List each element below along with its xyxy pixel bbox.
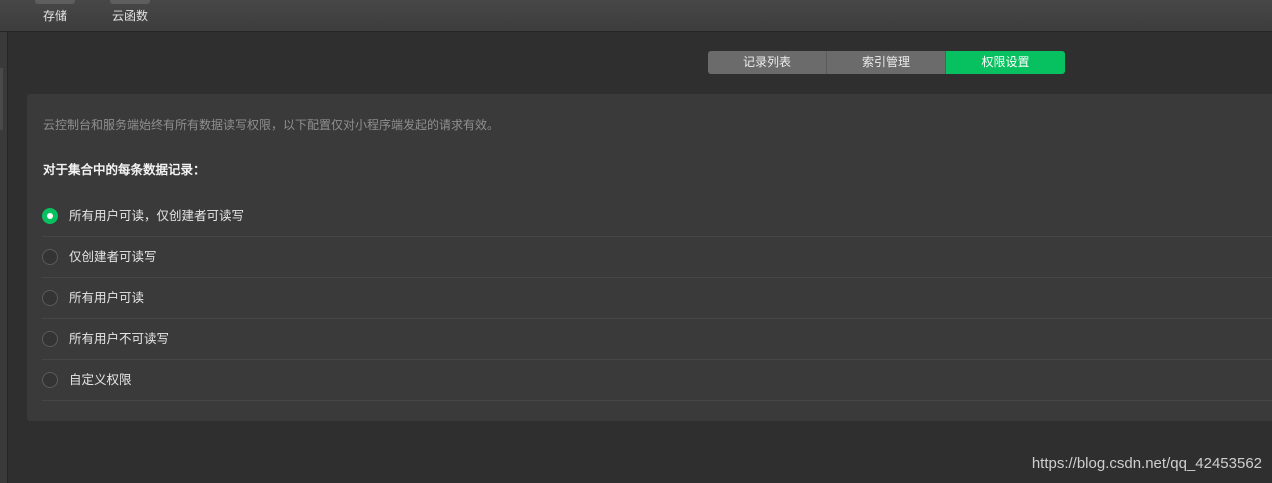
watermark: https://blog.csdn.net/qq_42453562 xyxy=(1031,455,1262,472)
radio-button[interactable] xyxy=(42,290,58,306)
tab-index-management[interactable]: 索引管理 xyxy=(827,51,946,74)
tab-permission-settings[interactable]: 权限设置 xyxy=(946,51,1065,74)
tab-record-list[interactable]: 记录列表 xyxy=(708,51,827,74)
toolbar-item-label: 云函数 xyxy=(111,9,148,23)
left-sidebar-edge xyxy=(0,32,8,483)
permission-heading: 对于集合中的每条数据记录： xyxy=(43,162,206,177)
permission-option-all-read-creator-write[interactable]: 所有用户可读，仅创建者可读写 xyxy=(42,196,1272,237)
sidebar-edge-marker xyxy=(0,68,3,130)
top-toolbar: 存储 云函数 xyxy=(0,0,1272,32)
permission-option-list: 所有用户可读，仅创建者可读写 仅创建者可读写 所有用户可读 所有用户不可读写 自… xyxy=(42,196,1272,401)
radio-button[interactable] xyxy=(42,372,58,388)
permission-notice: 云控制台和服务端始终有所有数据读写权限，以下配置仅对小程序端发起的请求有效。 xyxy=(43,118,500,132)
toolbar-item-storage[interactable]: 存储 xyxy=(25,0,85,31)
radio-button[interactable] xyxy=(42,331,58,347)
option-label: 所有用户可读，仅创建者可读写 xyxy=(69,208,245,223)
toolbar-item-label: 存储 xyxy=(42,9,67,23)
option-label: 所有用户可读 xyxy=(69,290,145,305)
permission-option-creator-only[interactable]: 仅创建者可读写 xyxy=(42,237,1272,278)
option-label: 自定义权限 xyxy=(69,372,132,387)
radio-button-checked[interactable] xyxy=(42,208,58,224)
permission-option-custom[interactable]: 自定义权限 xyxy=(42,360,1272,401)
permission-panel: 云控制台和服务端始终有所有数据读写权限，以下配置仅对小程序端发起的请求有效。 对… xyxy=(27,94,1272,421)
storage-icon xyxy=(35,0,75,4)
tab-group: 记录列表 索引管理 权限设置 xyxy=(708,51,1065,74)
permission-option-all-read[interactable]: 所有用户可读 xyxy=(42,278,1272,319)
toolbar-item-cloud-function[interactable]: 云函数 xyxy=(100,0,160,31)
permission-option-no-access[interactable]: 所有用户不可读写 xyxy=(42,319,1272,360)
option-label: 仅创建者可读写 xyxy=(69,249,157,264)
radio-button[interactable] xyxy=(42,249,58,265)
option-label: 所有用户不可读写 xyxy=(69,331,170,346)
cloud-function-icon xyxy=(110,0,150,4)
